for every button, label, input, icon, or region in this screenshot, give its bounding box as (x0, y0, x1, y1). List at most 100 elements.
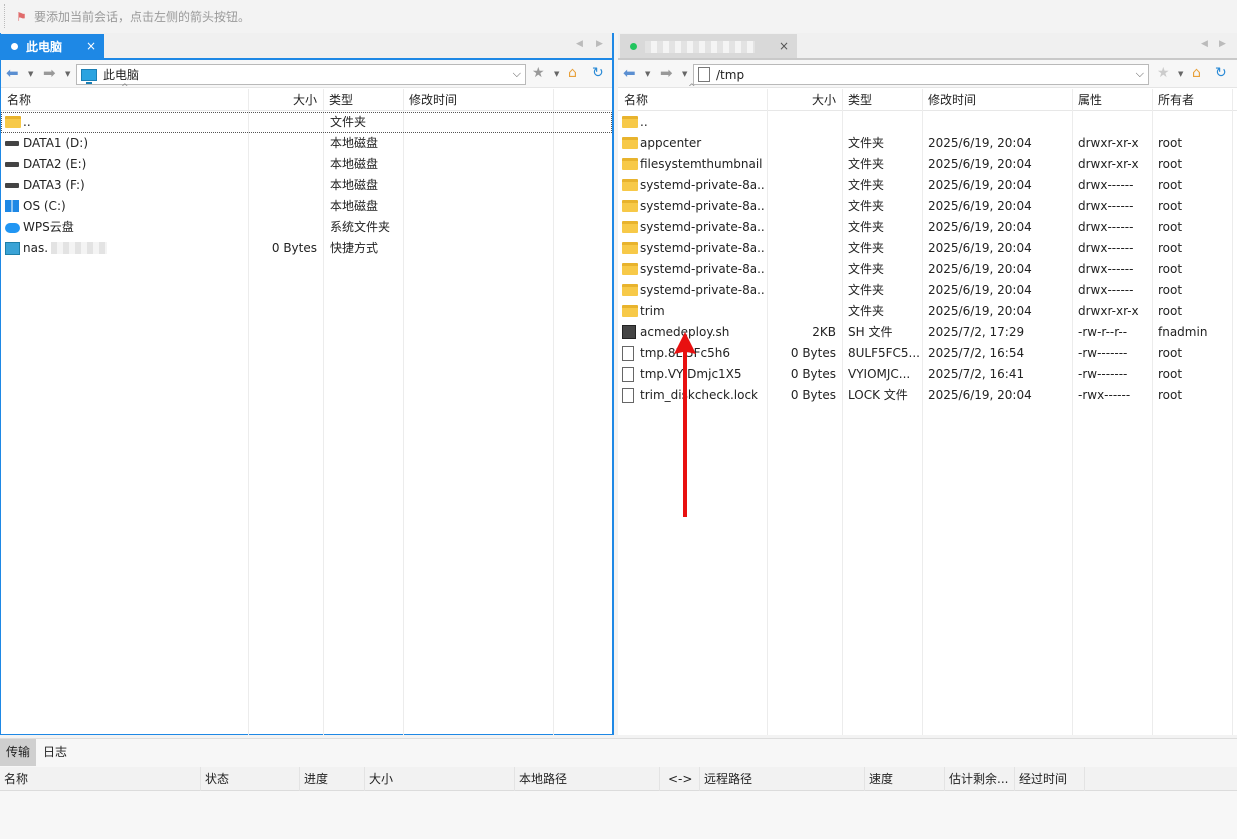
tab-scroll-right-icon[interactable]: ▶ (596, 39, 603, 49)
file-type: 本地磁盘 (330, 178, 379, 192)
back-arrow-icon[interactable]: ⬅ (6, 65, 19, 81)
file-owner: root (1158, 388, 1183, 402)
file-name: systemd-private-8a... (640, 283, 764, 297)
file-owner: root (1158, 136, 1183, 150)
list-item[interactable]: systemd-private-8a... 文件夹 2025/6/19, 20:04… (618, 238, 1237, 259)
drive-icon (5, 141, 19, 146)
folder-path-icon (698, 67, 710, 82)
file-type: SH 文件 (848, 325, 893, 339)
chevron-down-icon[interactable]: ⌵ (513, 67, 521, 81)
list-item[interactable]: WPS云盘 系统文件夹 (1, 217, 612, 238)
forward-arrow-icon[interactable]: ➡ (43, 65, 56, 81)
list-item[interactable]: tmp.8L 5Fc5h6 0 Bytes 8ULF5FC5... 2025/7/2,… (618, 343, 1237, 364)
shortcut-icon (5, 242, 20, 255)
col-name[interactable]: 名称 (1, 89, 31, 111)
file-owner: root (1158, 346, 1183, 360)
list-item[interactable]: systemd-private-8a... 文件夹 2025/6/19, 20:04… (618, 259, 1237, 280)
forward-history-caret-icon[interactable]: ▼ (682, 70, 687, 78)
col-size[interactable]: 大小 (248, 89, 323, 111)
tab-label: 此电脑 (26, 40, 63, 54)
col-status[interactable]: 状态 (201, 767, 300, 791)
col-local-path[interactable]: 本地路径 (515, 767, 660, 791)
col-eta[interactable]: 估计剩余... (945, 767, 1015, 791)
home-icon[interactable]: ⌂ (568, 65, 577, 81)
file-icon (622, 388, 634, 403)
refresh-icon[interactable]: ↻ (592, 65, 604, 81)
local-address-bar[interactable]: 此电脑 ⌵ (76, 64, 526, 85)
file-attributes: -rw-r--r-- (1078, 325, 1128, 339)
tab-remote[interactable]: × (620, 34, 797, 59)
file-owner: root (1158, 304, 1183, 318)
col-elapsed[interactable]: 经过时间 (1015, 767, 1085, 791)
file-name: tmp.VY Dmjc1X5 (640, 367, 742, 381)
forward-arrow-icon[interactable]: ➡ (660, 65, 673, 81)
col-size[interactable]: 大小 (767, 89, 842, 111)
bookmark-caret-icon[interactable]: ▼ (554, 70, 559, 78)
home-icon[interactable]: ⌂ (1192, 65, 1201, 81)
file-name: appcenter (640, 136, 702, 150)
back-arrow-icon[interactable]: ⬅ (623, 65, 636, 81)
bookmark-flag-icon[interactable]: ⚑ (16, 11, 28, 23)
forward-history-caret-icon[interactable]: ▼ (65, 70, 70, 78)
col-direction[interactable]: <-> (660, 767, 700, 791)
folder-icon (5, 116, 21, 128)
list-item[interactable]: acmedeploy.sh 2KB SH 文件 2025/7/2, 17:29 -rw-… (618, 322, 1237, 343)
file-attributes: drwx------ (1078, 262, 1134, 276)
list-item[interactable]: .. (618, 112, 1237, 133)
col-size[interactable]: 大小 (365, 767, 515, 791)
file-size (767, 112, 842, 133)
bookmark-star-icon[interactable]: ★ (532, 65, 545, 81)
refresh-icon[interactable]: ↻ (1215, 65, 1227, 81)
list-item[interactable]: systemd-private-8a... 文件夹 2025/6/19, 20:04… (618, 196, 1237, 217)
list-item[interactable]: nas. 0 Bytes 快捷方式 (1, 238, 612, 259)
file-mtime: 2025/6/19, 20:04 (928, 157, 1032, 171)
col-type[interactable]: 类型 (323, 89, 353, 111)
tab-local[interactable]: 此电脑 × (1, 34, 104, 59)
folder-icon (622, 284, 638, 296)
col-progress[interactable]: 进度 (300, 767, 365, 791)
file-attributes: drwx------ (1078, 178, 1134, 192)
col-remote-path[interactable]: 远程路径 (700, 767, 865, 791)
list-item[interactable]: trim_diskcheck.lock 0 Bytes LOCK 文件 2025/6/… (618, 385, 1237, 406)
tab-transfer[interactable]: 传输 (0, 739, 37, 766)
tab-log[interactable]: 日志 (37, 739, 73, 766)
file-type: 本地磁盘 (330, 199, 379, 213)
toolbar-grip[interactable] (4, 4, 6, 28)
remote-address-bar[interactable]: /tmp ⌵ (693, 64, 1149, 85)
tab-scroll-left-icon[interactable]: ◀ (1201, 39, 1208, 49)
col-type[interactable]: 类型 (842, 89, 872, 111)
file-mtime: 2025/6/19, 20:04 (928, 199, 1032, 213)
list-item[interactable]: tmp.VY Dmjc1X5 0 Bytes VYIOMJC... 2025/7/2,… (618, 364, 1237, 385)
file-size: 0 Bytes (790, 367, 836, 381)
list-item[interactable]: .. 文件夹 (1, 112, 612, 133)
col-speed[interactable]: 速度 (865, 767, 945, 791)
file-type: 文件夹 (848, 136, 885, 150)
col-mtime[interactable]: 修改时间 (403, 89, 457, 111)
col-mtime[interactable]: 修改时间 (922, 89, 976, 111)
col-attr[interactable]: 属性 (1072, 89, 1102, 111)
col-owner[interactable]: 所有者 (1152, 89, 1194, 111)
list-item[interactable]: OS (C:) 本地磁盘 (1, 196, 612, 217)
col-name[interactable]: 名称 (0, 767, 201, 791)
close-icon[interactable]: × (86, 39, 96, 53)
list-item[interactable]: appcenter 文件夹 2025/6/19, 20:04 drwxr-xr-x ro… (618, 133, 1237, 154)
local-file-list: .. 文件夹 DATA1 (D:) 本地磁盘 DATA2 (E:) 本地磁盘 DATA3 (… (1, 112, 612, 259)
close-icon[interactable]: × (779, 39, 789, 53)
list-item[interactable]: DATA1 (D:) 本地磁盘 (1, 133, 612, 154)
list-item[interactable]: filesystemthumbnail 文件夹 2025/6/19, 20:04 dr… (618, 154, 1237, 175)
back-history-caret-icon[interactable]: ▼ (645, 70, 650, 78)
list-item[interactable]: systemd-private-8a... 文件夹 2025/6/19, 20:04… (618, 217, 1237, 238)
list-item[interactable]: trim 文件夹 2025/6/19, 20:04 drwxr-xr-x root (618, 301, 1237, 322)
chevron-down-icon[interactable]: ⌵ (1136, 67, 1144, 81)
list-item[interactable]: systemd-private-8a... 文件夹 2025/6/19, 20:04… (618, 175, 1237, 196)
list-item[interactable]: DATA2 (E:) 本地磁盘 (1, 154, 612, 175)
list-item[interactable]: DATA3 (F:) 本地磁盘 (1, 175, 612, 196)
bookmark-caret-icon[interactable]: ▼ (1178, 70, 1183, 78)
tab-scroll-left-icon[interactable]: ◀ (576, 39, 583, 49)
back-history-caret-icon[interactable]: ▼ (28, 70, 33, 78)
tab-scroll-right-icon[interactable]: ▶ (1219, 39, 1226, 49)
file-name: filesystemthumbnail (640, 157, 763, 171)
col-name[interactable]: 名称 (618, 89, 648, 111)
list-item[interactable]: systemd-private-8a... 文件夹 2025/6/19, 20:04… (618, 280, 1237, 301)
bookmark-star-icon[interactable]: ★ (1157, 65, 1170, 81)
